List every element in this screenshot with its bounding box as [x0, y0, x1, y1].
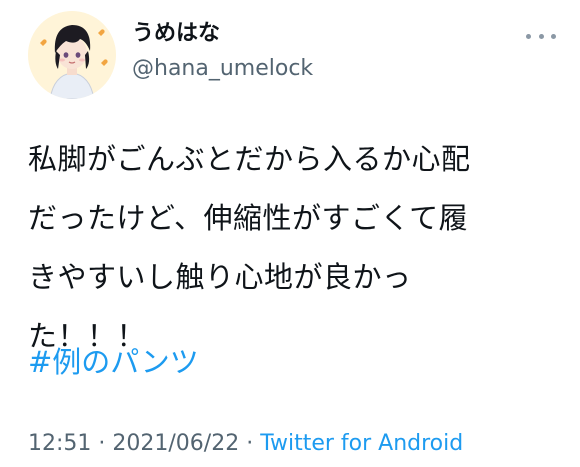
tweet-text-line: 私脚がごんぶとだから入るか心配	[28, 142, 471, 176]
more-horizontal-icon	[538, 33, 544, 39]
tweet-source-link[interactable]: Twitter for Android	[260, 431, 463, 456]
hashtag-link[interactable]: #例のパンツ	[28, 342, 199, 382]
more-horizontal-icon	[526, 33, 531, 39]
user-handle[interactable]: @hana_umelock	[132, 55, 313, 83]
tweet-time[interactable]: 12:51	[28, 431, 91, 456]
more-options-button[interactable]	[526, 26, 556, 46]
tweet-text-line: きやすいし触り心地が良かっ	[28, 260, 412, 294]
avatar-illustration-icon	[28, 11, 116, 99]
meta-separator: ·	[91, 431, 113, 456]
more-horizontal-icon	[551, 33, 556, 39]
tweet-card: うめはな @hana_umelock 私脚がごんぶとだから入るか心配 だったけど…	[0, 0, 580, 467]
avatar[interactable]	[28, 11, 116, 99]
tweet-meta: 12:51 · 2021/06/22 · Twitter for Android	[28, 430, 463, 458]
tweet-text: 私脚がごんぶとだから入るか心配 だったけど、伸縮性がすごくて履 きやすいし触り心…	[28, 130, 558, 366]
tweet-text-line: だったけど、伸縮性がすごくて履	[28, 201, 469, 235]
meta-separator: ·	[239, 431, 261, 456]
tweet-date[interactable]: 2021/06/22	[112, 431, 239, 456]
user-display-name[interactable]: うめはな	[132, 20, 220, 48]
